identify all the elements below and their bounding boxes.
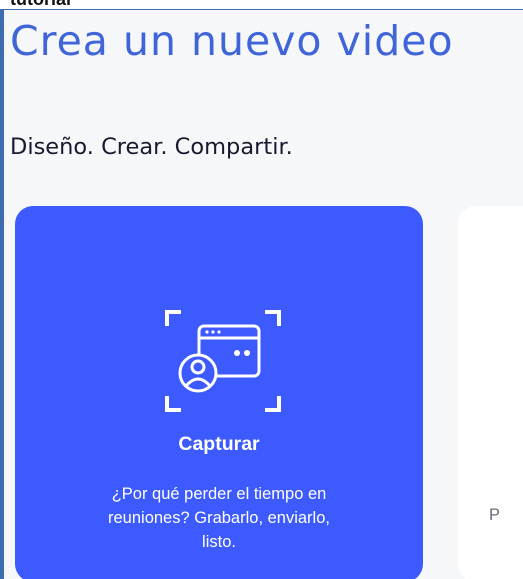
capture-card-description-line: ¿Por qué perder el tiempo en xyxy=(111,485,327,503)
top-strip-text: tutorial xyxy=(10,0,71,9)
second-card-text: P xyxy=(489,506,501,524)
second-card[interactable]: P xyxy=(458,206,523,579)
top-strip: tutorial xyxy=(0,0,523,9)
capture-card-description-line: listo. xyxy=(202,533,236,551)
capture-card[interactable]: Capturar ¿Por qué perder el tiempo en re… xyxy=(15,206,423,579)
capture-card-title: Capturar xyxy=(178,433,260,455)
page-subtitle: Diseño. Crear. Compartir. xyxy=(10,134,293,160)
page-title: Crea un nuevo video xyxy=(10,17,454,65)
capture-card-description: ¿Por qué perder el tiempo en reuniones? … xyxy=(15,482,423,554)
capture-screen-icon xyxy=(165,310,281,412)
capture-card-description-line: reuniones? Grabarlo, enviarlo, xyxy=(108,509,330,527)
create-video-panel: Crea un nuevo video Diseño. Crear. Compa… xyxy=(0,9,523,579)
